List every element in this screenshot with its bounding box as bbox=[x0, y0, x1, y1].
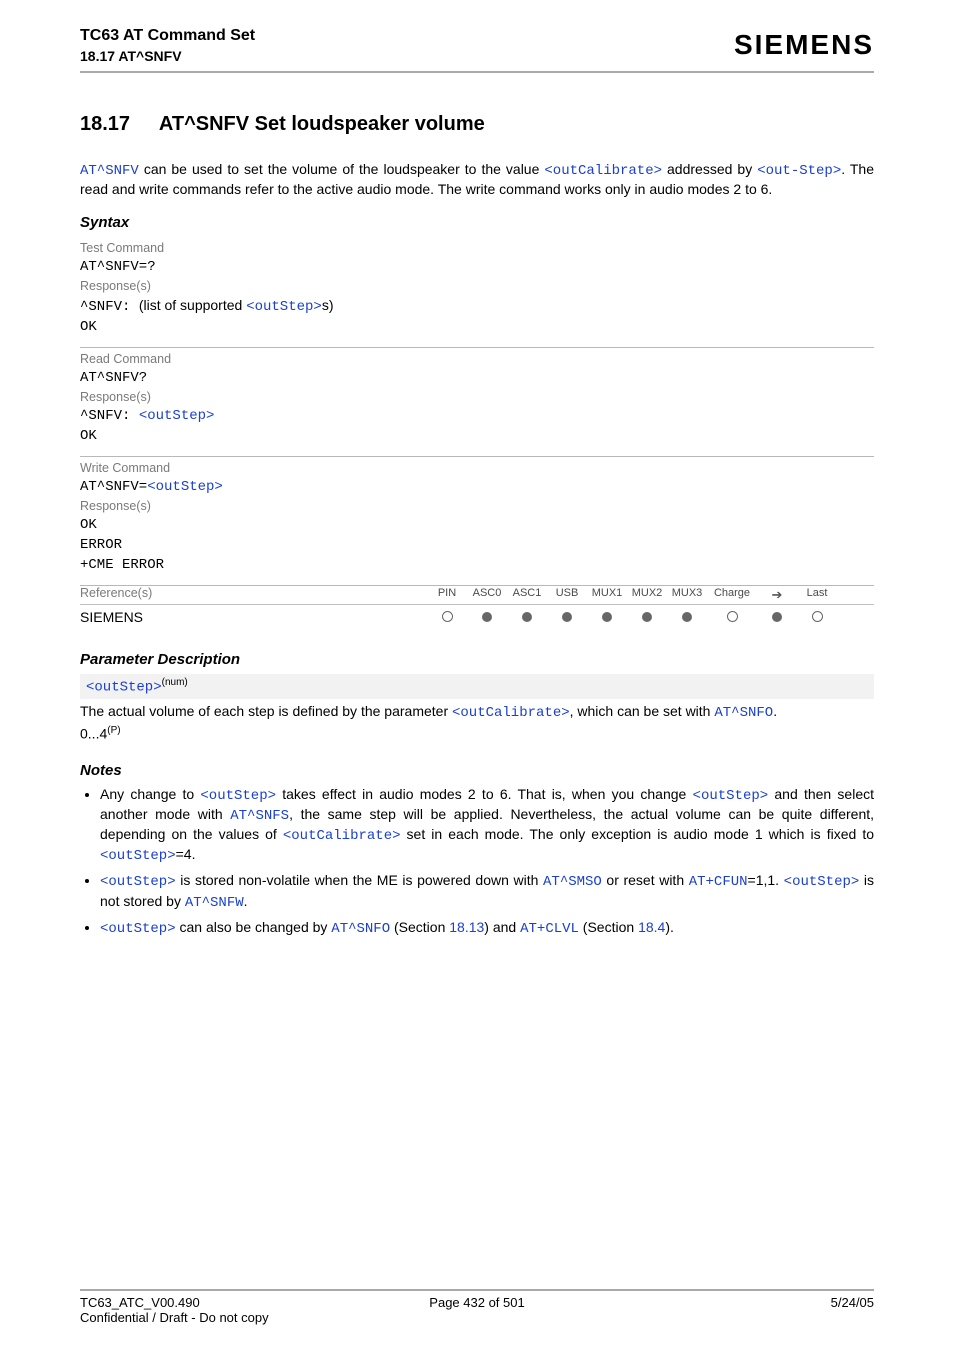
dot-pin bbox=[442, 611, 453, 622]
test-ok: OK bbox=[80, 319, 874, 335]
write-command: AT^SNFV=<outStep> bbox=[80, 479, 874, 495]
syntax-heading: Syntax bbox=[80, 214, 874, 231]
reference-value-row: SIEMENS bbox=[80, 605, 874, 631]
write-cme: +CME ERROR bbox=[80, 557, 874, 573]
reference-columns: PIN ASC0 ASC1 USB MUX1 MUX2 MUX3 Charge … bbox=[430, 587, 834, 603]
link-at-clvl[interactable]: AT+CLVL bbox=[520, 921, 579, 937]
dot-usb bbox=[562, 612, 572, 622]
reference-dots bbox=[430, 609, 834, 625]
dot-mux3 bbox=[682, 612, 692, 622]
header-left: TC63 AT Command Set 18.17 AT^SNFV bbox=[80, 26, 255, 65]
col-airplane-icon: ➔ bbox=[760, 587, 794, 603]
link-outstep-n1a[interactable]: <outStep> bbox=[200, 788, 276, 804]
param-sup: (num) bbox=[162, 677, 188, 688]
test-command: AT^SNFV=? bbox=[80, 259, 874, 275]
section-number: 18.17 bbox=[80, 113, 130, 135]
col-mux3: MUX3 bbox=[670, 587, 704, 603]
footer-version: TC63_ATC_V00.490 bbox=[80, 1295, 345, 1310]
link-at-snfv[interactable]: AT^SNFV bbox=[80, 163, 139, 179]
read-ok: OK bbox=[80, 428, 874, 444]
write-response-label: Response(s) bbox=[80, 499, 874, 513]
dot-charge bbox=[727, 611, 738, 622]
link-at-snfo-n3[interactable]: AT^SNFO bbox=[331, 921, 390, 937]
param-name-box: <outStep>(num) bbox=[80, 674, 874, 699]
col-last: Last bbox=[800, 587, 834, 603]
notes-list: Any change to <outStep> takes effect in … bbox=[80, 785, 874, 938]
footer-confidential: Confidential / Draft - Do not copy bbox=[80, 1310, 874, 1325]
col-mux2: MUX2 bbox=[630, 587, 664, 603]
link-outcalibrate[interactable]: <outCalibrate> bbox=[544, 163, 662, 179]
test-command-label: Test Command bbox=[80, 241, 874, 255]
read-response: ^SNFV: <outStep> bbox=[80, 408, 874, 424]
link-at-snfs[interactable]: AT^SNFS bbox=[230, 808, 289, 824]
read-command-block: Read Command AT^SNFV? Response(s) ^SNFV:… bbox=[80, 348, 874, 457]
footer-date: 5/24/05 bbox=[609, 1295, 874, 1310]
link-outcalibrate-n1[interactable]: <outCalibrate> bbox=[283, 828, 401, 844]
link-outstep[interactable]: <out-Step> bbox=[757, 163, 841, 179]
section-heading: 18.17 AT^SNFV Set loudspeaker volume bbox=[80, 113, 874, 136]
link-at-snfw[interactable]: AT^SNFW bbox=[185, 895, 244, 911]
doc-title: TC63 AT Command Set bbox=[80, 26, 255, 47]
test-response: ^SNFV: (list of supported <outStep>s) bbox=[80, 297, 874, 315]
dot-mux2 bbox=[642, 612, 652, 622]
section-title: AT^SNFV Set loudspeaker volume bbox=[159, 113, 485, 135]
reference-label: Reference(s) bbox=[80, 586, 430, 600]
link-at-smso[interactable]: AT^SMSO bbox=[543, 874, 602, 890]
dot-airplane bbox=[772, 612, 782, 622]
col-mux1: MUX1 bbox=[590, 587, 624, 603]
dot-asc1 bbox=[522, 612, 532, 622]
write-command-block: Write Command AT^SNFV=<outStep> Response… bbox=[80, 457, 874, 586]
dot-last bbox=[812, 611, 823, 622]
link-at-snfo[interactable]: AT^SNFO bbox=[714, 705, 773, 721]
notes-heading: Notes bbox=[80, 762, 874, 779]
link-section-18-13[interactable]: 18.13 bbox=[449, 919, 484, 935]
read-response-label: Response(s) bbox=[80, 390, 874, 404]
read-command-label: Read Command bbox=[80, 352, 874, 366]
param-desc-line: The actual volume of each step is define… bbox=[80, 703, 874, 721]
reference-vendor: SIEMENS bbox=[80, 609, 430, 625]
note-2: <outStep> is stored non-volatile when th… bbox=[100, 871, 874, 911]
doc-section: 18.17 AT^SNFV bbox=[80, 47, 255, 65]
link-outstep-write[interactable]: <outStep> bbox=[147, 479, 223, 495]
param-name: <outStep> bbox=[86, 680, 162, 696]
write-ok: OK bbox=[80, 517, 874, 533]
link-outstep-n2b[interactable]: <outStep> bbox=[784, 874, 860, 890]
link-outstep-n2a[interactable]: <outStep> bbox=[100, 874, 176, 890]
page-footer: TC63_ATC_V00.490 Page 432 of 501 5/24/05… bbox=[80, 1289, 874, 1325]
link-at-cfun[interactable]: AT+CFUN bbox=[689, 874, 748, 890]
col-pin: PIN bbox=[430, 587, 464, 603]
write-error: ERROR bbox=[80, 537, 874, 553]
link-outstep-read[interactable]: <outStep> bbox=[139, 408, 215, 424]
link-outstep-n1c[interactable]: <outStep> bbox=[100, 848, 176, 864]
reference-header-row: Reference(s) PIN ASC0 ASC1 USB MUX1 MUX2… bbox=[80, 586, 874, 605]
test-command-block: Test Command AT^SNFV=? Response(s) ^SNFV… bbox=[80, 237, 874, 348]
col-usb: USB bbox=[550, 587, 584, 603]
link-outcalibrate-param[interactable]: <outCalibrate> bbox=[452, 705, 570, 721]
read-command: AT^SNFV? bbox=[80, 370, 874, 386]
col-asc0: ASC0 bbox=[470, 587, 504, 603]
note-1: Any change to <outStep> takes effect in … bbox=[100, 785, 874, 866]
dot-asc0 bbox=[482, 612, 492, 622]
link-section-18-4[interactable]: 18.4 bbox=[638, 919, 665, 935]
write-command-label: Write Command bbox=[80, 461, 874, 475]
col-asc1: ASC1 bbox=[510, 587, 544, 603]
link-outstep-n3[interactable]: <outStep> bbox=[100, 921, 176, 937]
param-range: 0...4(P) bbox=[80, 725, 874, 742]
note-3: <outStep> can also be changed by AT^SNFO… bbox=[100, 918, 874, 938]
footer-page: Page 432 of 501 bbox=[345, 1295, 610, 1310]
brand-logo: SIEMENS bbox=[734, 29, 874, 61]
dot-mux1 bbox=[602, 612, 612, 622]
link-outstep-test[interactable]: <outStep> bbox=[246, 299, 322, 315]
col-charge: Charge bbox=[710, 587, 754, 603]
param-heading: Parameter Description bbox=[80, 651, 874, 668]
page-header: TC63 AT Command Set 18.17 AT^SNFV SIEMEN… bbox=[80, 26, 874, 73]
test-response-label: Response(s) bbox=[80, 279, 874, 293]
link-outstep-n1b[interactable]: <outStep> bbox=[693, 788, 769, 804]
intro-paragraph: AT^SNFV can be used to set the volume of… bbox=[80, 160, 874, 198]
